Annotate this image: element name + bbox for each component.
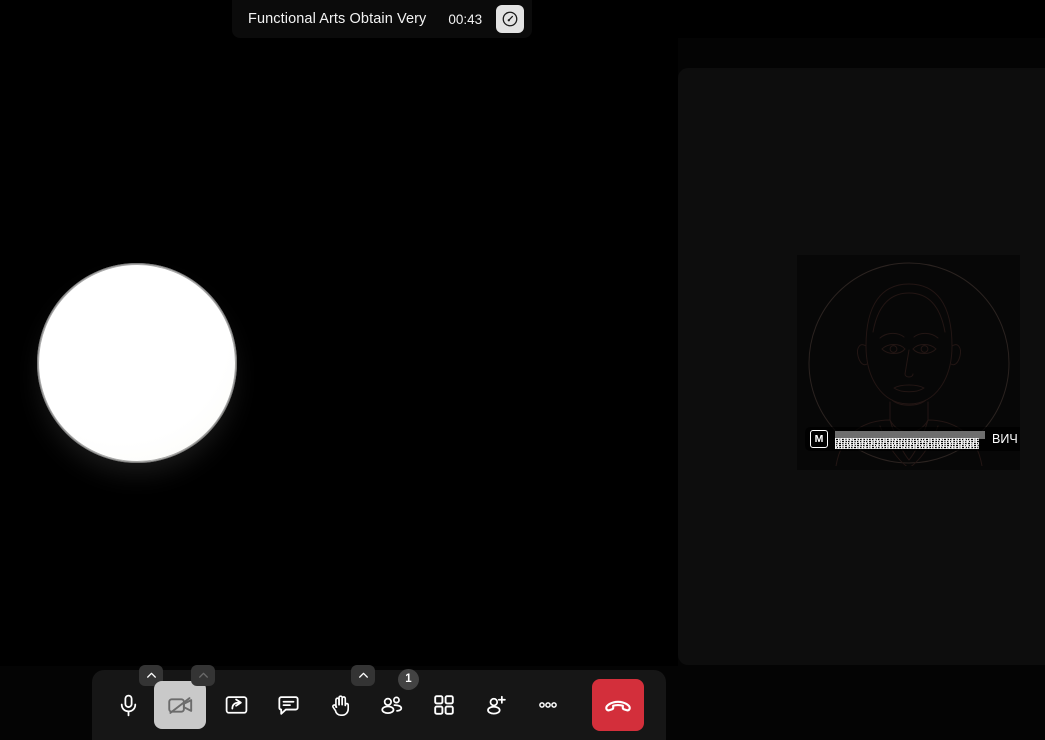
gauge-icon [501, 10, 519, 28]
redaction-noise [835, 437, 979, 449]
raise-hand-button[interactable] [314, 665, 375, 729]
video-call-app: Functional Arts Obtain Very 00:43 M ВИЧ … [0, 0, 1045, 740]
chat-icon [276, 693, 301, 718]
redacted-name-text [835, 430, 985, 449]
more-options-button[interactable] [522, 681, 574, 729]
meeting-timer: 00:43 [448, 11, 483, 27]
grid-view-icon [432, 693, 456, 717]
grid-view-button[interactable] [418, 681, 470, 729]
active-speaker-avatar [37, 263, 237, 463]
participant-tile[interactable]: M ВИЧ [797, 255, 1020, 470]
chevron-up-icon [197, 669, 210, 682]
microphone-button[interactable] [102, 665, 163, 729]
chevron-up-icon [145, 669, 158, 682]
connection-quality-button[interactable] [496, 5, 525, 33]
top-bar: Functional Arts Obtain Very 00:43 [0, 0, 1045, 38]
end-call-button[interactable] [592, 679, 644, 731]
mic-state-badge: M [810, 430, 828, 448]
raise-hand-icon [328, 693, 353, 718]
camera-button[interactable] [154, 665, 215, 729]
add-participant-button[interactable] [470, 681, 522, 729]
call-controls-toolbar: 1 [92, 665, 666, 740]
participants-button[interactable]: 1 [366, 669, 419, 729]
participants-icon [379, 692, 405, 718]
chat-button[interactable] [262, 681, 314, 729]
camera-off-icon [167, 692, 194, 719]
participant-filmstrip: M ВИЧ [678, 68, 1045, 665]
microphone-icon [116, 693, 141, 718]
phone-down-icon [603, 690, 633, 720]
meeting-title: Functional Arts Obtain Very [248, 11, 427, 27]
chevron-up-icon [357, 669, 370, 682]
more-dots-icon [535, 692, 561, 718]
meeting-info-chip: Functional Arts Obtain Very 00:43 [232, 0, 533, 38]
participants-count-badge: 1 [398, 669, 419, 690]
main-stage[interactable] [0, 38, 678, 666]
participant-name-tail: ВИЧ [992, 432, 1018, 446]
participant-name-label: M ВИЧ [805, 427, 1020, 451]
share-screen-icon [224, 693, 249, 718]
share-screen-button[interactable] [210, 681, 262, 729]
add-person-icon [483, 692, 509, 718]
